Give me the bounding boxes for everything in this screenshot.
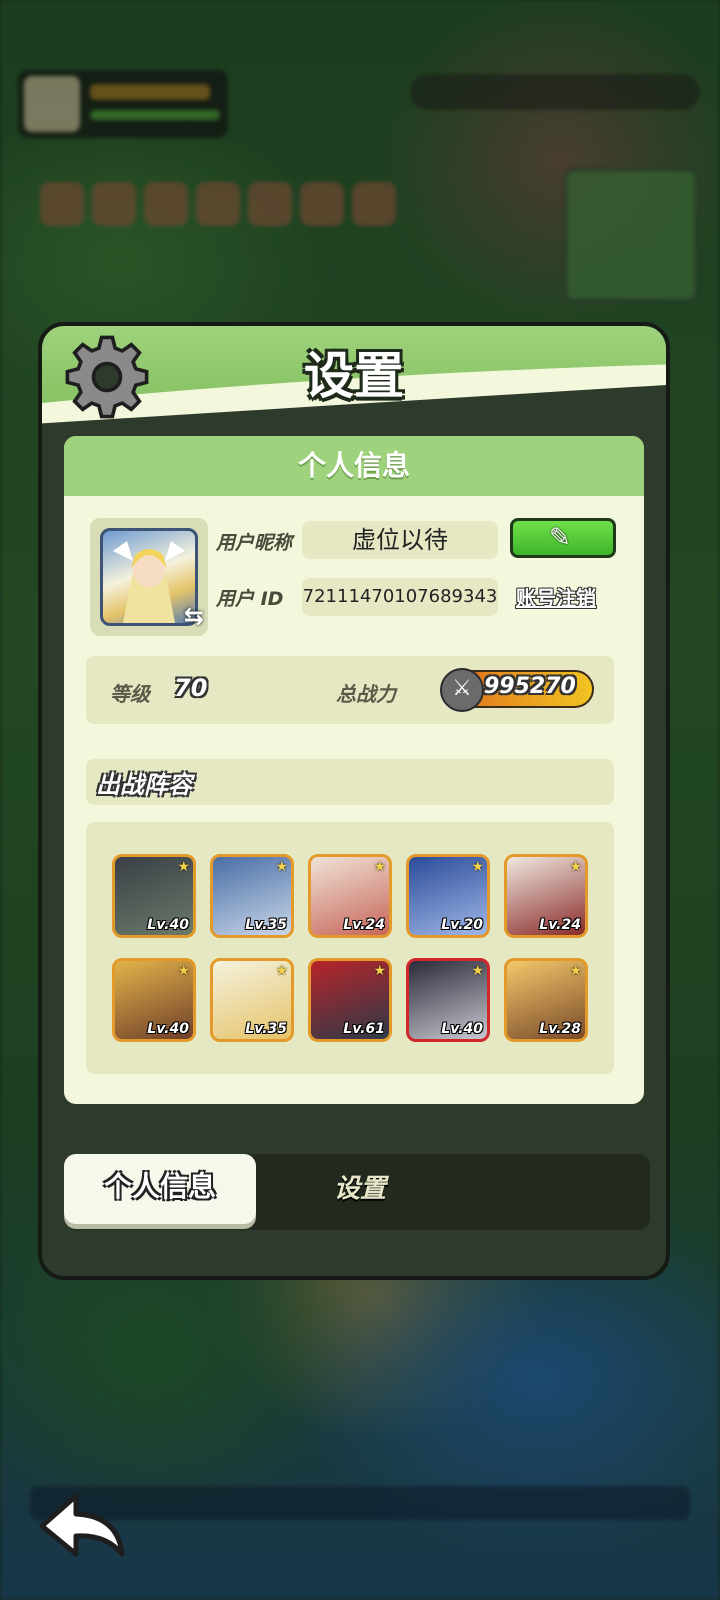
swap-avatar-icon[interactable]: ⇆: [184, 602, 204, 630]
hero-card[interactable]: ★ Lv.24: [504, 854, 588, 938]
hero-rank-icon: ★: [373, 859, 386, 875]
hero-level: Lv.24: [539, 917, 581, 933]
hero-level: Lv.35: [245, 917, 287, 933]
nickname-label: 用户昵称: [216, 532, 293, 554]
edit-nickname-button[interactable]: ✎: [510, 518, 616, 558]
power-label: 总战力: [336, 682, 396, 706]
cancel-account-link[interactable]: 账号注销: [516, 582, 596, 611]
tab-profile[interactable]: 个人信息: [64, 1154, 256, 1224]
hero-card[interactable]: ★ Lv.35: [210, 854, 294, 938]
level-label: 等级: [110, 682, 150, 706]
hero-level: Lv.61: [343, 1021, 385, 1037]
crossed-swords-icon: ⚔: [440, 668, 484, 712]
lineup-title: 出战阵容: [96, 771, 192, 799]
hero-card[interactable]: ★ Lv.40: [406, 958, 490, 1042]
hero-rank-icon: ★: [177, 859, 190, 875]
section-title: 个人信息: [64, 436, 644, 496]
panel-title: 设置: [304, 347, 404, 405]
hero-card[interactable]: ★ Lv.35: [210, 958, 294, 1042]
hero-rank-icon: ★: [373, 963, 386, 979]
hero-rank-icon: ★: [471, 963, 484, 979]
hero-level: Lv.28: [539, 1021, 581, 1037]
tab-bar: 个人信息 设置: [64, 1154, 650, 1230]
hero-rank-icon: ★: [275, 859, 288, 875]
hero-card[interactable]: ★ Lv.28: [504, 958, 588, 1042]
hero-card[interactable]: ★ Lv.24: [308, 854, 392, 938]
pencil-icon: ✎: [549, 523, 571, 553]
hero-level: Lv.35: [245, 1021, 287, 1037]
hero-level: Lv.24: [343, 917, 385, 933]
panel-header: 设置: [42, 326, 666, 426]
stats-box: 等级 70 总战力 ⚔ 995270: [86, 656, 614, 724]
hero-card[interactable]: ★ Lv.40: [112, 958, 196, 1042]
hero-rank-icon: ★: [569, 859, 582, 875]
back-arrow-icon[interactable]: [36, 1490, 132, 1562]
nickname-field: 虚位以待: [302, 521, 498, 559]
id-label: 用户 ID: [216, 588, 284, 610]
user-id-field: 72111470107689343: [302, 578, 498, 616]
lineup-header: 出战阵容: [86, 759, 614, 805]
hero-rank-icon: ★: [177, 963, 190, 979]
hero-level: Lv.40: [441, 1021, 483, 1037]
hero-level: Lv.40: [147, 1021, 189, 1037]
level-value: 70: [174, 674, 208, 702]
tab-settings[interactable]: 设置: [334, 1168, 386, 1205]
hero-card[interactable]: ★ Lv.20: [406, 854, 490, 938]
hero-card[interactable]: ★ Lv.61: [308, 958, 392, 1042]
hero-level: Lv.40: [147, 917, 189, 933]
power-value: 995270: [484, 674, 576, 699]
hero-level: Lv.20: [441, 917, 483, 933]
power-badge: ⚔ 995270: [440, 668, 594, 712]
lineup-grid: ★ Lv.40 ★ Lv.35 ★ Lv.24 ★ Lv.20 ★ Lv.24 ★ Lv.40 ★ Lv.…: [86, 822, 614, 1074]
hero-rank-icon: ★: [471, 859, 484, 875]
avatar[interactable]: ⇆: [90, 518, 208, 636]
hero-rank-icon: ★: [275, 963, 288, 979]
hero-rank-icon: ★: [569, 963, 582, 979]
settings-panel: 设置 个人信息 ⇆ 用户昵称 虚位以待 ✎ 用户 ID 721114701076…: [38, 322, 670, 1280]
hero-card[interactable]: ★ Lv.40: [112, 854, 196, 938]
profile-content: 个人信息 ⇆ 用户昵称 虚位以待 ✎ 用户 ID 721114701076893…: [64, 436, 644, 1104]
